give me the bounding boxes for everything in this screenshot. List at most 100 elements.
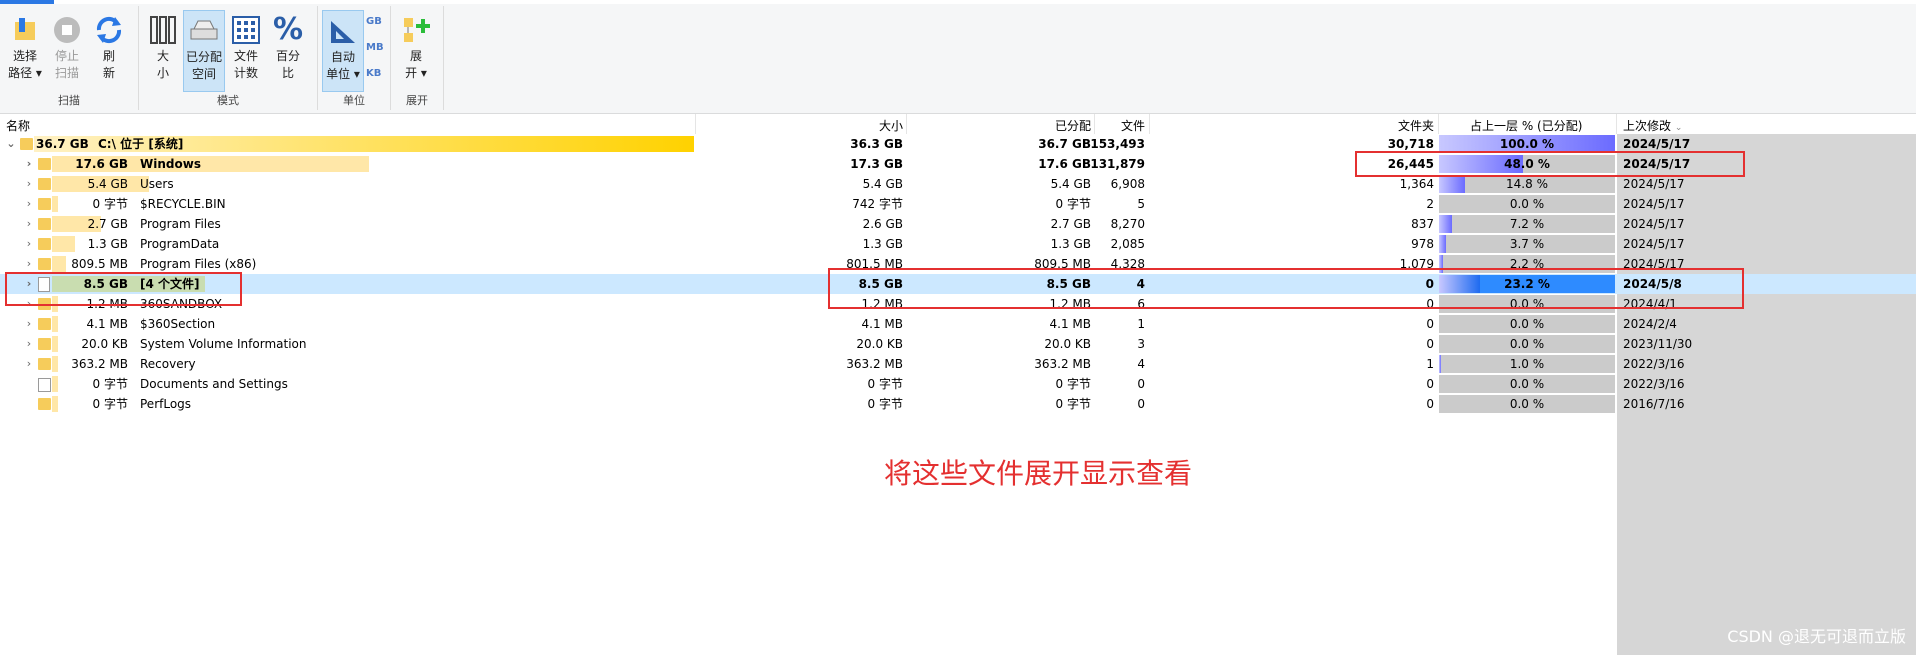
table-row[interactable]: › 5.4 GB Users 5.4 GB 5.4 GB 6,908 1,364 14.8 %…	[0, 174, 1916, 194]
highlight-box-windows	[1355, 151, 1745, 177]
ruler-triangle-icon	[327, 15, 359, 47]
row-modified-date: 2024/5/17	[1623, 197, 1685, 211]
column-header-modified[interactable]: 上次修改 ⌄	[1623, 117, 1682, 134]
row-file-count: 8,270	[1110, 217, 1145, 231]
column-header-name[interactable]: 名称	[6, 117, 30, 134]
file-count-label-1: 文件	[233, 49, 258, 63]
unit-kb-button[interactable]: KB	[366, 68, 381, 79]
refresh-button[interactable]: 刷 新	[89, 10, 129, 90]
row-size: 17.3 GB	[850, 157, 903, 171]
parent-percent-text: 0.0 %	[1509, 337, 1545, 351]
parent-percent-bar: 0.0 %	[1439, 395, 1615, 413]
parent-percent-text: 14.8 %	[1506, 177, 1548, 191]
expand-group-label: 展开	[406, 94, 428, 107]
expand-chevron-icon[interactable]: ›	[22, 314, 36, 334]
column-header-allocated[interactable]: 已分配	[1055, 117, 1091, 134]
expand-chevron-icon[interactable]: ›	[22, 214, 36, 234]
row-size: 5.4 GB	[862, 177, 903, 191]
row-modified-date: 2022/3/16	[1623, 377, 1685, 391]
expand-chevron-icon[interactable]: ›	[22, 174, 36, 194]
expand-chevron-icon[interactable]: ›	[22, 194, 36, 214]
unit-gb-button[interactable]: GB	[366, 16, 382, 27]
row-modified-date: 2024/5/17	[1623, 217, 1685, 231]
row-size: 0 字节	[867, 397, 903, 411]
row-size-label: 17.6 GB	[75, 157, 128, 171]
parent-percent-bar: 1.0 %	[1439, 355, 1615, 373]
expand-button[interactable]: 展 开 ▾	[396, 10, 436, 90]
size-mode-button[interactable]: 大 小	[143, 10, 183, 90]
row-size: 363.2 MB	[846, 357, 903, 371]
folder-icon	[38, 258, 51, 270]
row-allocated: 2.7 GB	[1050, 217, 1091, 231]
column-separator[interactable]	[1616, 114, 1617, 134]
table-row[interactable]: 0 字节 Documents and Settings 0 字节 0 字节 0 0 0.0 …	[0, 374, 1916, 394]
row-folder-count: 0	[1426, 397, 1434, 411]
parent-percent-text: 0.0 %	[1509, 377, 1545, 391]
row-size: 1.3 GB	[862, 237, 903, 251]
expand-tree-icon	[400, 14, 432, 46]
row-size-label: 36.7 GB	[36, 137, 89, 151]
row-modified-date: 2024/5/17	[1623, 177, 1685, 191]
expand-chevron-icon[interactable]: ›	[22, 154, 36, 174]
row-allocated: 363.2 MB	[1034, 357, 1091, 371]
expand-chevron-icon[interactable]: ›	[22, 334, 36, 354]
table-row[interactable]: › 1.3 GB ProgramData 1.3 GB 1.3 GB 2,085 978 3.…	[0, 234, 1916, 254]
mode-group: 大 小 已分配 空间 文件 计数 % 百分 比 模式	[139, 6, 318, 110]
row-folder-count: 1	[1426, 357, 1434, 371]
disk-icon	[188, 15, 220, 47]
column-separator[interactable]	[1149, 114, 1150, 134]
row-name: PerfLogs	[140, 397, 192, 411]
auto-unit-button[interactable]: 自动 单位 ▾	[322, 10, 364, 92]
expand-chevron-icon[interactable]: ›	[22, 354, 36, 374]
folder-icon	[38, 198, 51, 210]
row-name: Program Files (x86)	[140, 257, 257, 271]
folder-icon	[38, 218, 51, 230]
folder-icon	[20, 138, 33, 150]
stop-icon	[51, 14, 83, 46]
allocated-mode-button[interactable]: 已分配 空间	[183, 10, 225, 92]
table-row[interactable]: › 4.1 MB $360Section 4.1 MB 4.1 MB 1 0 0.0 % 202…	[0, 314, 1916, 334]
row-name: Documents and Settings	[140, 377, 288, 391]
table-row[interactable]: › 2.7 GB Program Files 2.6 GB 2.7 GB 8,270 837…	[0, 214, 1916, 234]
stop-scan-label-2: 扫描	[54, 66, 79, 80]
column-header-size[interactable]: 大小	[879, 117, 903, 134]
parent-percent-bar: 7.2 %	[1439, 215, 1615, 233]
row-name: $360Section	[140, 317, 216, 331]
column-separator[interactable]	[1438, 114, 1439, 134]
refresh-label-2: 新	[102, 66, 115, 80]
folder-icon	[38, 318, 51, 330]
row-file-count: 0	[1137, 397, 1145, 411]
unit-mb-button[interactable]: MB	[366, 42, 384, 53]
column-header-files[interactable]: 文件	[1121, 117, 1145, 134]
row-size-label: 5.4 GB	[87, 177, 128, 191]
expand-chevron-icon[interactable]: ›	[22, 234, 36, 254]
stop-scan-button[interactable]: 停止 扫描	[47, 10, 87, 90]
column-header-folders[interactable]: 文件夹	[1398, 117, 1434, 134]
column-header-parent-pct[interactable]: 占上一层 % (已分配)	[1470, 117, 1582, 134]
row-name: $RECYCLE.BIN	[140, 197, 226, 211]
expand-chevron-icon[interactable]: ›	[22, 254, 36, 274]
table-row[interactable]: › 0 字节 $RECYCLE.BIN 742 字节 0 字节 5 2 0.0 % 2024/5…	[0, 194, 1916, 214]
row-size: 4.1 MB	[861, 317, 903, 331]
row-size-label: 20.0 KB	[81, 337, 128, 351]
row-name: Program Files	[140, 217, 221, 231]
stop-scan-label-1: 停止	[54, 49, 79, 63]
parent-percent-text: 0.0 %	[1509, 197, 1545, 211]
column-separator[interactable]	[695, 114, 696, 134]
row-size-label: 4.1 MB	[86, 317, 128, 331]
table-row[interactable]: 0 字节 PerfLogs 0 字节 0 字节 0 0 0.0 % 2016/7/16	[0, 394, 1916, 414]
parent-percent-text: 3.7 %	[1509, 237, 1545, 251]
table-row[interactable]: › 20.0 KB System Volume Information 20.0 KB…	[0, 334, 1916, 354]
select-path-button[interactable]: 选择 路径 ▾	[5, 10, 45, 90]
percent-mode-button[interactable]: % 百分 比	[268, 10, 308, 90]
row-file-count: 2,085	[1110, 237, 1145, 251]
column-separator[interactable]	[1094, 114, 1095, 134]
collapse-chevron-icon[interactable]: ⌄	[4, 134, 18, 154]
select-path-label-2: 路径 ▾	[8, 66, 42, 80]
file-count-mode-button[interactable]: 文件 计数	[226, 10, 266, 90]
column-separator[interactable]	[906, 114, 907, 134]
expand-label-2: 开 ▾	[405, 66, 427, 80]
parent-percent-text: 0.0 %	[1509, 317, 1545, 331]
table-row[interactable]: › 363.2 MB Recovery 363.2 MB 363.2 MB 4 1 1.0 %…	[0, 354, 1916, 374]
scan-group: 选择 路径 ▾ 停止 扫描 刷 新 扫描	[0, 6, 139, 110]
